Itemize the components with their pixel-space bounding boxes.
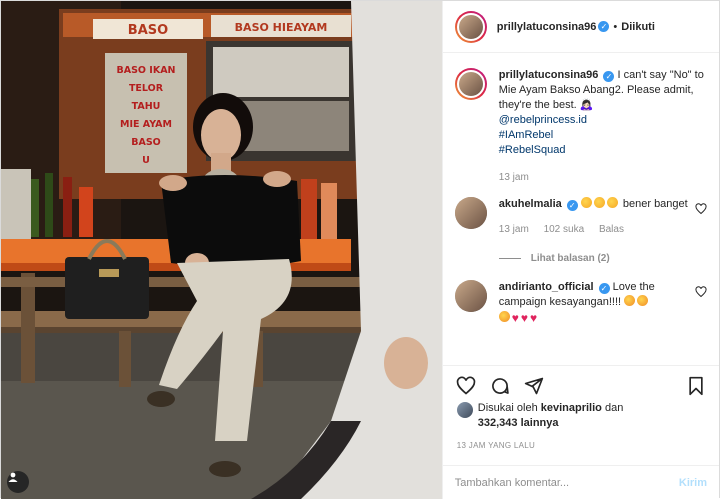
likes-summary: Disukai oleh kevinaprilio dan 332,343 la… bbox=[456, 401, 707, 431]
cart-sign-left: BASO bbox=[128, 23, 168, 38]
caption: prillylatuconsina96 ✓ I can't say "No" to… bbox=[454, 68, 707, 185]
verified-icon: ✓ bbox=[603, 71, 615, 82]
header-separator: • bbox=[613, 20, 618, 33]
replies-divider bbox=[498, 258, 521, 259]
share-button[interactable] bbox=[523, 375, 545, 397]
menu-line-5: BASO bbox=[131, 137, 161, 148]
comment-time[interactable]: 13 jam bbox=[499, 224, 529, 235]
photo-illustration: BASO BASO HIEAYAM BASO IKAN TELOR TAHU M… bbox=[1, 1, 442, 499]
liker-avatar[interactable] bbox=[456, 402, 473, 418]
wink-emoji-icon bbox=[624, 295, 636, 306]
post-photo[interactable]: BASO BASO HIEAYAM BASO IKAN TELOR TAHU M… bbox=[1, 1, 442, 499]
share-icon bbox=[524, 377, 543, 394]
comment-heart-icon[interactable] bbox=[695, 203, 707, 215]
menu-line-1: BASO IKAN bbox=[116, 65, 175, 76]
user-tag-icon bbox=[8, 472, 18, 482]
comment-likes[interactable]: 102 suka bbox=[544, 224, 585, 235]
menu-line-3: TAHU bbox=[132, 101, 161, 112]
reply-button[interactable]: Balas bbox=[599, 224, 624, 235]
caption-time[interactable]: 13 jam bbox=[499, 172, 529, 183]
red-heart-icon: ♥ bbox=[530, 311, 538, 325]
wink-emoji-icon bbox=[637, 295, 649, 306]
commenter-avatar[interactable] bbox=[454, 280, 487, 312]
heart-icon bbox=[456, 376, 476, 395]
comment-item: andirianto_official ✓ Love the campaign k… bbox=[454, 280, 707, 326]
comment-item: akuhelmalia ✓ bener banget 13 jam 102 suk… bbox=[454, 197, 707, 237]
comment-text: bener banget bbox=[622, 198, 688, 210]
add-comment-bar: Kirim bbox=[442, 465, 719, 499]
commenter-avatar[interactable] bbox=[454, 197, 487, 229]
likes-count[interactable]: 332,343 lainnya bbox=[478, 417, 559, 429]
cart-sign-right: BASO HIEAYAM bbox=[235, 21, 328, 34]
caption-hashtag[interactable]: #IAmRebel bbox=[499, 128, 707, 143]
verified-icon: ✓ bbox=[598, 283, 610, 294]
wink-emoji-icon bbox=[498, 311, 510, 322]
rofl-emoji-icon bbox=[580, 197, 592, 208]
caption-hashtag[interactable]: #RebelSquad bbox=[499, 143, 707, 158]
post-dialog: BASO BASO HIEAYAM BASO IKAN TELOR TAHU M… bbox=[0, 0, 720, 499]
post-comment-button[interactable]: Kirim bbox=[679, 477, 707, 489]
caption-avatar[interactable] bbox=[454, 68, 487, 100]
comment-icon bbox=[491, 377, 509, 394]
post-header: prillylatuconsina96 ✓ • Diikuti bbox=[442, 1, 719, 53]
save-button[interactable] bbox=[685, 375, 707, 397]
user-tag-button[interactable] bbox=[7, 471, 29, 493]
caption-mention[interactable]: @rebelprincess.id bbox=[499, 113, 707, 128]
follow-button[interactable]: Diikuti bbox=[621, 21, 655, 33]
author-username[interactable]: prillylatuconsina96 bbox=[497, 21, 597, 33]
view-replies-label[interactable]: Lihat balasan (2) bbox=[531, 253, 610, 264]
comment-button[interactable] bbox=[489, 375, 511, 397]
action-bar bbox=[442, 365, 719, 405]
comment-username[interactable]: andirianto_official bbox=[499, 281, 594, 293]
liker-username[interactable]: kevinaprilio bbox=[541, 402, 602, 414]
menu-line-4: MIE AYAM bbox=[120, 119, 172, 130]
caption-username[interactable]: prillylatuconsina96 bbox=[499, 69, 599, 81]
verified-icon: ✓ bbox=[566, 200, 578, 211]
red-heart-icon: ♥ bbox=[520, 311, 529, 325]
likes-joiner: dan bbox=[604, 402, 624, 414]
comment-username[interactable]: akuhelmalia bbox=[499, 198, 562, 210]
post-side-panel: prillylatuconsina96 ✓ • Diikuti prillyla… bbox=[441, 1, 719, 499]
comment-input[interactable] bbox=[454, 476, 679, 489]
post-timestamp[interactable]: 13 JAM YANG LALU bbox=[457, 441, 535, 450]
rofl-emoji-icon bbox=[606, 197, 618, 208]
rofl-emoji-icon bbox=[593, 197, 605, 208]
menu-line-2: TELOR bbox=[129, 83, 164, 94]
menu-line-6: U bbox=[142, 155, 150, 166]
view-replies-button[interactable]: Lihat balasan (2) bbox=[498, 253, 707, 264]
likes-prefix: Disukai oleh bbox=[477, 402, 538, 414]
bookmark-icon bbox=[689, 376, 703, 395]
author-avatar[interactable] bbox=[454, 10, 487, 43]
red-heart-icon: ♥ bbox=[511, 311, 519, 325]
verified-icon: ✓ bbox=[598, 21, 610, 32]
like-button[interactable] bbox=[455, 375, 477, 397]
comment-heart-icon[interactable] bbox=[695, 286, 707, 298]
comments-list[interactable]: prillylatuconsina96 ✓ I can't say "No" to… bbox=[443, 54, 719, 365]
